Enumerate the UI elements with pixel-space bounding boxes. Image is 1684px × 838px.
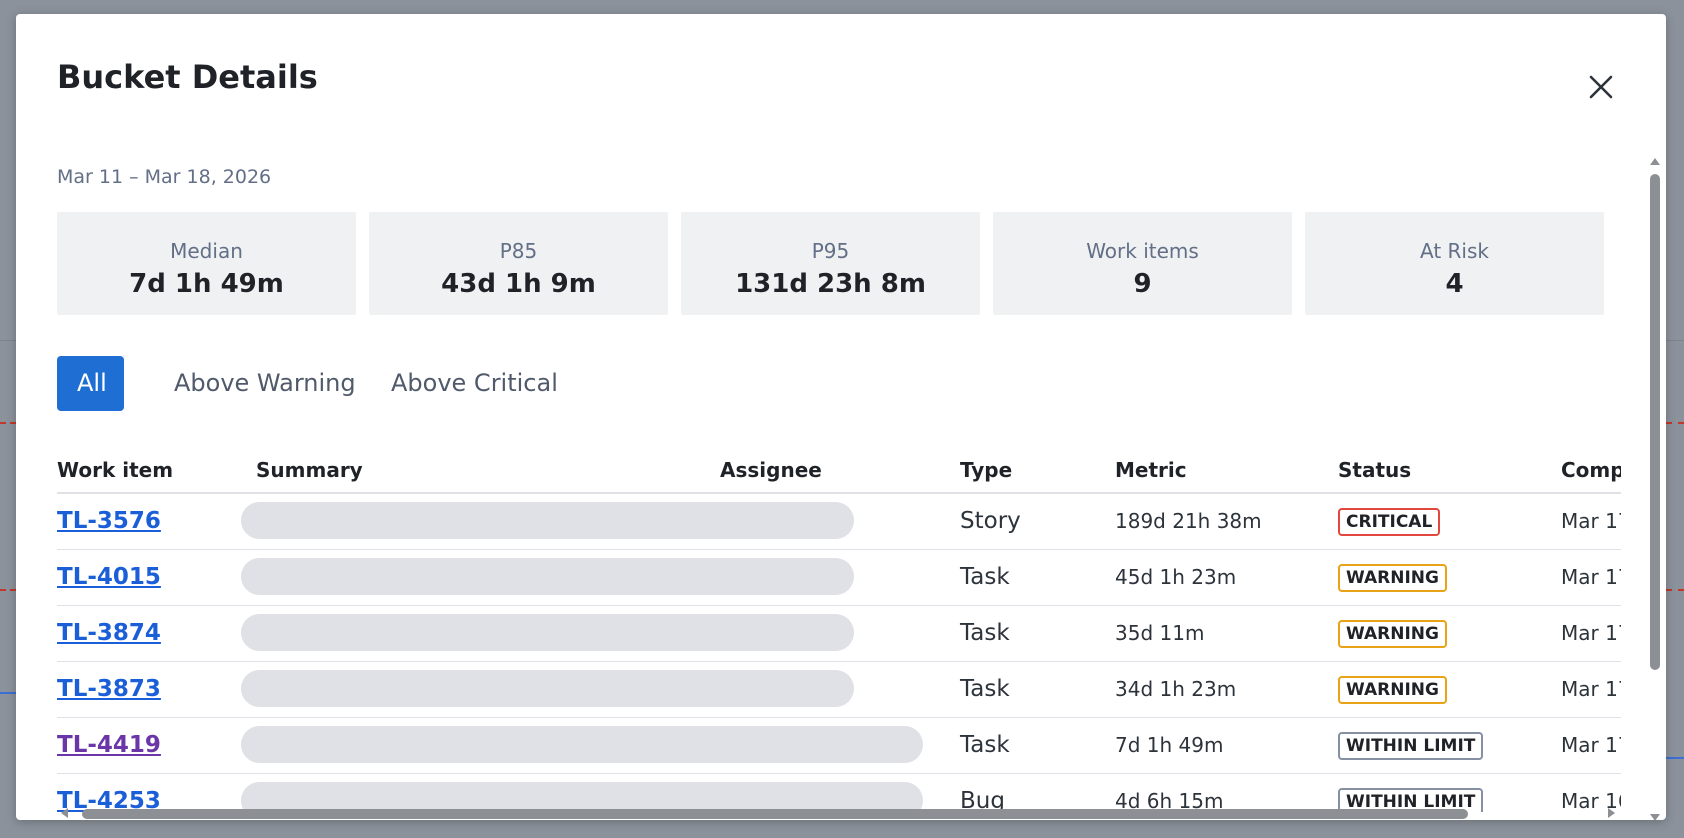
work-item-link[interactable]: TL-3873 xyxy=(57,662,161,717)
stat-value: 43d 1h 9m xyxy=(441,269,596,299)
work-items-table: Work item Summary Assignee Type Metric S… xyxy=(57,444,1621,812)
stat-label: Work items xyxy=(1086,239,1199,263)
horizontal-scrollbar[interactable] xyxy=(57,806,1621,820)
summary-placeholder xyxy=(241,726,923,763)
type-cell: Task xyxy=(960,676,1010,702)
close-button[interactable] xyxy=(1582,68,1620,106)
stat-card-at-risk: At Risk 4 xyxy=(1305,212,1604,315)
close-icon xyxy=(1589,75,1613,99)
stat-value: 9 xyxy=(1133,269,1152,299)
column-header-metric[interactable]: Metric xyxy=(1115,458,1187,482)
background-series-line xyxy=(0,692,16,694)
type-cell: Story xyxy=(960,508,1021,534)
table-row: TL-4419 Task 7d 1h 49m WITHIN LIMIT Mar … xyxy=(57,718,1621,774)
stat-value: 4 xyxy=(1445,269,1464,299)
metric-cell: 189d 21h 38m xyxy=(1115,509,1262,533)
completed-cell: Mar 17 xyxy=(1561,565,1621,589)
background-threshold-line xyxy=(0,422,16,424)
type-cell: Task xyxy=(960,732,1010,758)
table-row: TL-3873 Task 34d 1h 23m WARNING Mar 17 xyxy=(57,662,1621,718)
summary-placeholder xyxy=(241,502,854,539)
status-badge: WARNING xyxy=(1338,564,1447,592)
status-badge: WITHIN LIMIT xyxy=(1338,732,1484,760)
stats-summary: Median 7d 1h 49m P85 43d 1h 9m P95 131d … xyxy=(57,212,1621,315)
stat-card-work-items: Work items 9 xyxy=(993,212,1292,315)
background-divider xyxy=(0,340,16,341)
work-item-link[interactable]: TL-4015 xyxy=(57,550,161,605)
scroll-up-arrow-icon[interactable] xyxy=(1650,158,1660,165)
completed-cell: Mar 17 xyxy=(1561,509,1621,533)
metric-cell: 34d 1h 23m xyxy=(1115,677,1237,701)
work-item-link[interactable]: TL-3576 xyxy=(57,494,161,549)
column-header-status[interactable]: Status xyxy=(1338,458,1411,482)
summary-placeholder xyxy=(241,670,854,707)
tab-above-warning[interactable]: Above Warning xyxy=(174,356,356,411)
background-threshold-line xyxy=(1666,422,1684,424)
status-badge: CRITICAL xyxy=(1338,508,1441,536)
completed-cell: Mar 17 xyxy=(1561,621,1621,645)
scroll-left-arrow-icon[interactable] xyxy=(61,808,68,818)
summary-placeholder xyxy=(241,558,854,595)
completed-cell: Mar 17 xyxy=(1561,677,1621,701)
completed-cell: Mar 17 xyxy=(1561,733,1621,757)
bucket-details-modal: Bucket Details Mar 11 – Mar 18, 2026 Med… xyxy=(16,14,1666,820)
stat-value: 131d 23h 8m xyxy=(735,269,926,299)
background-series-line xyxy=(1666,757,1684,759)
table-row: TL-4015 Task 45d 1h 23m WARNING Mar 17 xyxy=(57,550,1621,606)
metric-cell: 45d 1h 23m xyxy=(1115,565,1237,589)
work-item-link[interactable]: TL-3874 xyxy=(57,606,161,661)
column-header-type[interactable]: Type xyxy=(960,458,1012,482)
background-threshold-line xyxy=(0,589,16,591)
stat-label: P95 xyxy=(811,239,850,263)
background-divider xyxy=(1666,340,1684,341)
summary-placeholder xyxy=(241,614,854,651)
tab-above-critical[interactable]: Above Critical xyxy=(391,356,558,411)
scroll-down-arrow-icon[interactable] xyxy=(1650,814,1660,820)
status-badge: WARNING xyxy=(1338,620,1447,648)
stat-card-p95: P95 131d 23h 8m xyxy=(681,212,980,315)
column-header-completed[interactable]: Comp xyxy=(1561,458,1621,482)
tab-all[interactable]: All xyxy=(57,356,124,411)
stat-value: 7d 1h 49m xyxy=(129,269,284,299)
scroll-right-arrow-icon[interactable] xyxy=(1608,808,1615,818)
stat-label: At Risk xyxy=(1420,239,1489,263)
background-threshold-line xyxy=(1666,589,1684,591)
work-item-link[interactable]: TL-4419 xyxy=(57,718,161,773)
column-header-assignee[interactable]: Assignee xyxy=(720,458,822,482)
modal-title: Bucket Details xyxy=(57,58,318,96)
column-header-summary[interactable]: Summary xyxy=(256,458,363,482)
table-row: TL-3874 Task 35d 11m WARNING Mar 17 xyxy=(57,606,1621,662)
stat-card-p85: P85 43d 1h 9m xyxy=(369,212,668,315)
column-header-work-item[interactable]: Work item xyxy=(57,458,173,482)
table-row: TL-3576 Story 189d 21h 38m CRITICAL Mar … xyxy=(57,494,1621,550)
vertical-scroll-thumb[interactable] xyxy=(1650,174,1660,670)
metric-cell: 7d 1h 49m xyxy=(1115,733,1224,757)
stat-label: P85 xyxy=(499,239,538,263)
stat-card-median: Median 7d 1h 49m xyxy=(57,212,356,315)
type-cell: Task xyxy=(960,620,1010,646)
status-badge: WARNING xyxy=(1338,676,1447,704)
stat-label: Median xyxy=(170,239,243,263)
date-range: Mar 11 – Mar 18, 2026 xyxy=(57,166,272,188)
horizontal-scroll-thumb[interactable] xyxy=(82,809,1468,819)
type-cell: Task xyxy=(960,564,1010,590)
metric-cell: 35d 11m xyxy=(1115,621,1205,645)
vertical-scrollbar[interactable] xyxy=(1648,154,1662,820)
